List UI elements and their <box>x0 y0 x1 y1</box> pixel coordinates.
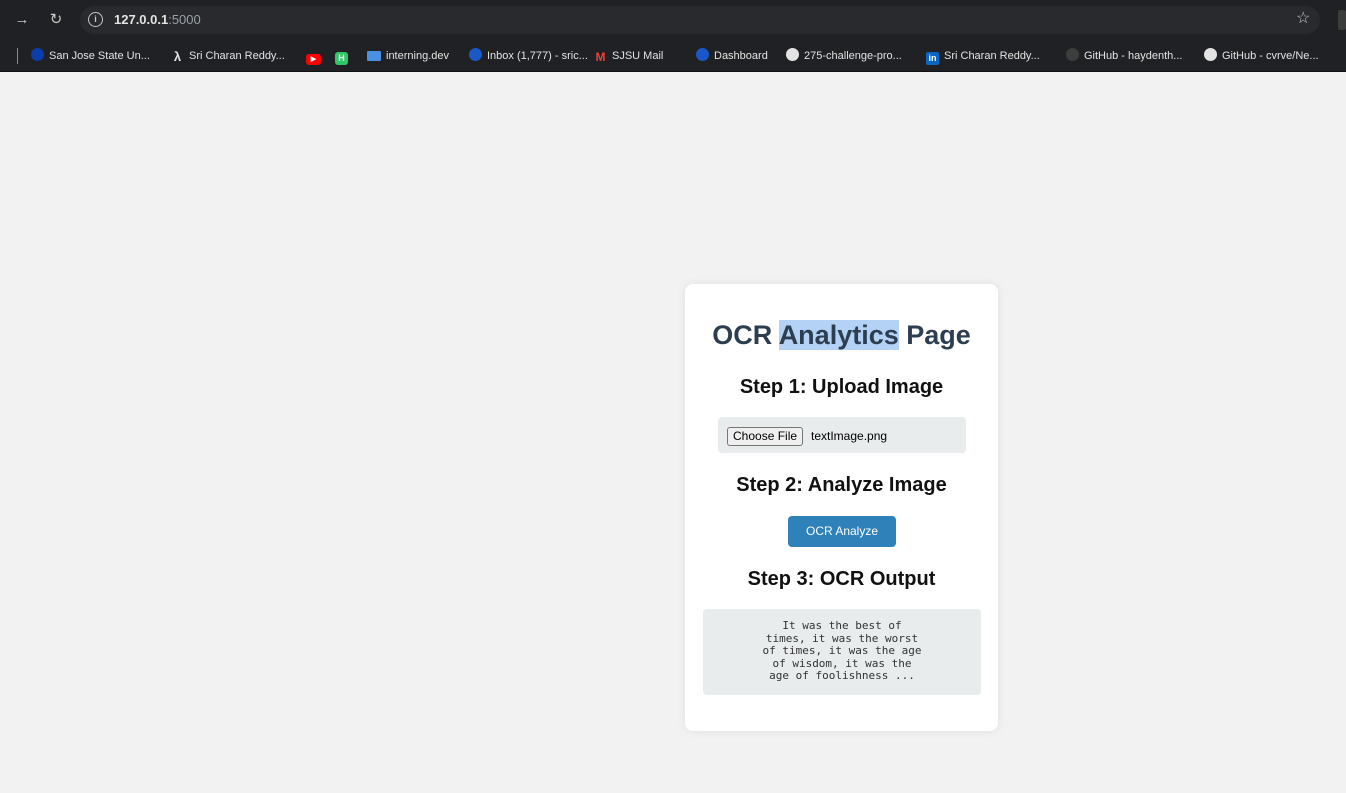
bookmark-label: GitHub - cvrve/Ne... <box>1222 50 1319 62</box>
bookmark-star-icon[interactable]: ☆ <box>1296 9 1310 29</box>
github-icon <box>1066 48 1079 61</box>
bookmark-hackerrank[interactable]: H <box>335 48 353 65</box>
github-icon <box>786 48 799 61</box>
github-icon <box>1204 48 1217 61</box>
bookmarks-bar: San Jose State Un... λ Sri Charan Reddy..… <box>0 40 1346 72</box>
choose-file-button[interactable]: Choose File <box>727 427 804 446</box>
title-part-1: OCR <box>712 320 779 350</box>
gmail-icon: M <box>595 50 606 64</box>
lambda-icon: λ <box>173 49 182 64</box>
bookmark-youtube[interactable]: ▶ <box>306 48 326 65</box>
reload-icon[interactable]: ↻ <box>46 10 66 30</box>
bookmark-label: Sri Charan Reddy... <box>944 50 1040 62</box>
bookmark-label: SJSU Mail <box>612 50 664 62</box>
title-part-2: Page <box>898 320 971 350</box>
bookmark-dashboard[interactable]: Dashboard <box>696 48 768 64</box>
upload-box: Choose File textImage.png <box>718 417 966 453</box>
forward-arrow-icon[interactable]: → <box>12 10 32 30</box>
selected-file-name: textImage.png <box>811 429 888 443</box>
bookmark-label: San Jose State Un... <box>49 50 150 62</box>
linkedin-icon: in <box>926 52 939 65</box>
laptop-icon <box>367 51 381 61</box>
bookmark-sjsu-mail[interactable]: M SJSU Mail <box>594 48 664 64</box>
side-panel-edge <box>1338 10 1346 30</box>
hackerrank-icon: H <box>335 52 348 65</box>
url-port: :5000 <box>168 12 201 27</box>
bookmark-sri-charan-1[interactable]: λ Sri Charan Reddy... <box>171 48 285 64</box>
site-info-icon[interactable]: i <box>88 12 103 27</box>
step2-heading: Step 2: Analyze Image <box>736 474 947 496</box>
ocr-output-box: It was the best of times, it was the wor… <box>703 609 981 695</box>
step1-heading: Step 1: Upload Image <box>739 376 944 398</box>
ocr-analyze-button[interactable]: OCR Analyze <box>788 516 896 547</box>
youtube-icon: ▶ <box>306 54 321 65</box>
address-bar[interactable]: i 127.0.0.1:5000 <box>80 6 1320 34</box>
bookmark-label: interning.dev <box>386 50 449 62</box>
bookmark-sjsu[interactable]: San Jose State Un... <box>31 48 150 64</box>
bookmarks-divider <box>17 48 18 64</box>
bookmark-label: Dashboard <box>714 50 768 62</box>
bookmark-interning[interactable]: interning.dev <box>367 48 449 64</box>
page-title: OCR Analytics Page <box>685 320 998 351</box>
bookmark-label: Inbox (1,777) - sric... <box>487 50 588 62</box>
bookmark-275-challenge[interactable]: 275-challenge-pro... <box>786 48 902 64</box>
bookmark-github-cvrve[interactable]: GitHub - cvrve/Ne... <box>1204 48 1319 64</box>
sjsu-icon <box>31 48 44 61</box>
bookmark-label: GitHub - haydenth... <box>1084 50 1183 62</box>
url-text: 127.0.0.1:5000 <box>114 12 201 27</box>
inbox-icon <box>469 48 482 61</box>
step3-heading: Step 3: OCR Output <box>747 568 936 590</box>
bookmark-label: 275-challenge-pro... <box>804 50 902 62</box>
bookmark-label: Sri Charan Reddy... <box>189 50 285 62</box>
url-host: 127.0.0.1 <box>114 12 169 27</box>
dashboard-icon <box>696 48 709 61</box>
browser-toolbar: → ↻ i 127.0.0.1:5000 ☆ <box>0 0 1346 40</box>
ocr-card: OCR Analytics Page Step 1: Upload Image … <box>685 284 998 731</box>
bookmark-inbox[interactable]: Inbox (1,777) - sric... <box>469 48 588 64</box>
title-highlighted-text: Analytics <box>778 320 899 350</box>
bookmark-linkedin[interactable]: in Sri Charan Reddy... <box>926 48 1040 65</box>
bookmark-github-hayden[interactable]: GitHub - haydenth... <box>1066 48 1182 64</box>
